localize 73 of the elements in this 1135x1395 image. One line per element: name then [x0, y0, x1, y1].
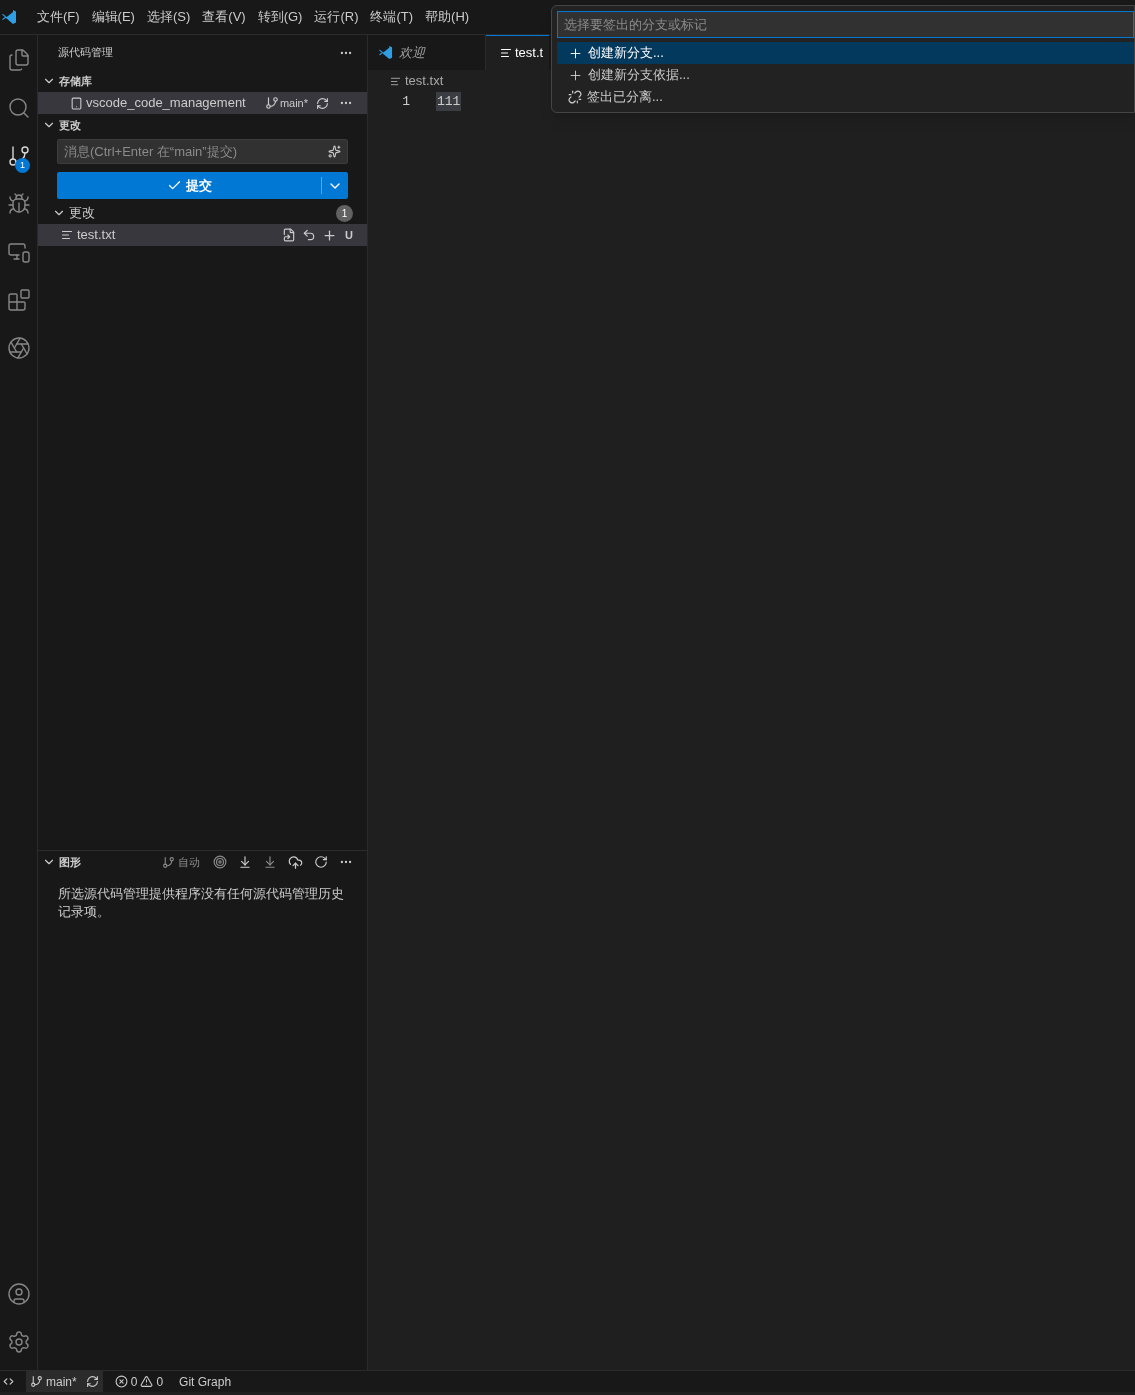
text-file-icon — [61, 229, 73, 241]
fetch-icon[interactable] — [238, 855, 252, 869]
item-label: 创建新分支依据... — [588, 66, 690, 85]
menu-item[interactable]: 选择(S) — [141, 7, 196, 27]
remote-icon[interactable] — [2, 1375, 15, 1388]
branch-label[interactable]: main* — [279, 94, 308, 112]
menu-item[interactable]: 帮助(H) — [420, 7, 475, 27]
logo-icon — [1, 9, 17, 25]
warning-icon — [140, 1375, 154, 1388]
error-count: 0 — [130, 1373, 138, 1391]
menu-item[interactable]: 文件(F) — [32, 7, 85, 27]
menu-item[interactable]: 编辑(E) — [86, 7, 140, 27]
menu-item[interactable]: 查看(V) — [197, 7, 251, 27]
branch-search-field[interactable]: 选择要签出的分支或标记 — [557, 11, 1134, 38]
settings-icon[interactable] — [7, 1330, 31, 1354]
remote-monitor-icon[interactable] — [7, 240, 31, 264]
problems-status[interactable]: 0 0 — [114, 1372, 164, 1391]
account-icon[interactable] — [7, 1282, 31, 1306]
line-number: 1 — [401, 92, 410, 111]
stage-icon[interactable] — [322, 227, 338, 243]
branch-name: main* — [46, 1373, 77, 1391]
menu-item[interactable]: 转到(G) — [252, 7, 308, 27]
commit-message-field[interactable]: 消息(Ctrl+Enter 在“main”提交) — [57, 139, 348, 164]
section-title[interactable]: 图形 — [59, 853, 159, 871]
auto-label[interactable]: 自动 — [178, 853, 200, 871]
plus-icon — [568, 45, 583, 61]
file-name[interactable]: test.txt — [77, 225, 283, 245]
quick-pick-item[interactable]: 创建新分支... — [557, 42, 1134, 64]
item-label: 创建新分支... — [588, 44, 664, 63]
item-label: 签出已分离... — [587, 88, 663, 107]
sidebar-title: 源代码管理 — [58, 45, 113, 61]
refresh-icon[interactable] — [314, 855, 328, 869]
error-icon — [114, 1375, 128, 1388]
text-file-icon — [390, 75, 401, 87]
unlink-icon — [568, 90, 582, 104]
text-file-icon — [500, 47, 512, 59]
badge: 1 — [15, 158, 30, 173]
pull-icon[interactable] — [263, 855, 277, 869]
aperture-icon[interactable] — [7, 336, 31, 360]
logo-icon — [378, 45, 393, 60]
group-title[interactable]: 更改 — [69, 203, 333, 223]
section-title[interactable]: 更改 — [59, 116, 81, 134]
sync-icon[interactable] — [85, 1375, 99, 1388]
quick-pick-item[interactable]: 创建新分支依据... — [557, 64, 1134, 86]
repository-name[interactable]: vscode_code_management — [86, 93, 265, 113]
source-control-icon[interactable] — [7, 144, 31, 168]
plus-icon — [568, 67, 583, 83]
discard-icon[interactable] — [302, 228, 317, 242]
debug-icon[interactable] — [7, 192, 31, 216]
sync-icon[interactable] — [316, 96, 329, 110]
menu-item[interactable]: 运行(R) — [309, 7, 364, 27]
warning-count: 0 — [156, 1373, 164, 1391]
files-icon[interactable] — [7, 48, 31, 72]
extensions-icon[interactable] — [7, 288, 31, 312]
cloud-upload-icon[interactable] — [288, 854, 303, 870]
section-title[interactable]: 存储库 — [59, 72, 92, 90]
editor-tab[interactable]: test.t — [486, 35, 549, 70]
quick-pick-item[interactable]: 签出已分离... — [557, 86, 1134, 108]
open-file-icon[interactable] — [282, 228, 297, 242]
branch-icon[interactable] — [264, 96, 279, 110]
branch-icon — [30, 1375, 43, 1388]
empty-history-message: 所选源代码管理提供程序没有任何源代码管理历史记录项。 — [57, 885, 345, 921]
sparkle-icon[interactable] — [328, 145, 341, 158]
git-graph-status[interactable]: Git Graph — [179, 1372, 232, 1391]
branch-status[interactable]: main* — [26, 1371, 103, 1392]
repository-icon — [70, 96, 83, 110]
count-badge: 1 — [336, 204, 353, 222]
branch-icon[interactable] — [162, 855, 175, 869]
target-icon[interactable] — [213, 855, 227, 869]
search-icon[interactable] — [7, 96, 31, 120]
menu-item[interactable]: 终端(T) — [365, 7, 419, 27]
file-status: U — [345, 227, 353, 243]
breadcrumb[interactable]: test.txt — [405, 71, 444, 91]
